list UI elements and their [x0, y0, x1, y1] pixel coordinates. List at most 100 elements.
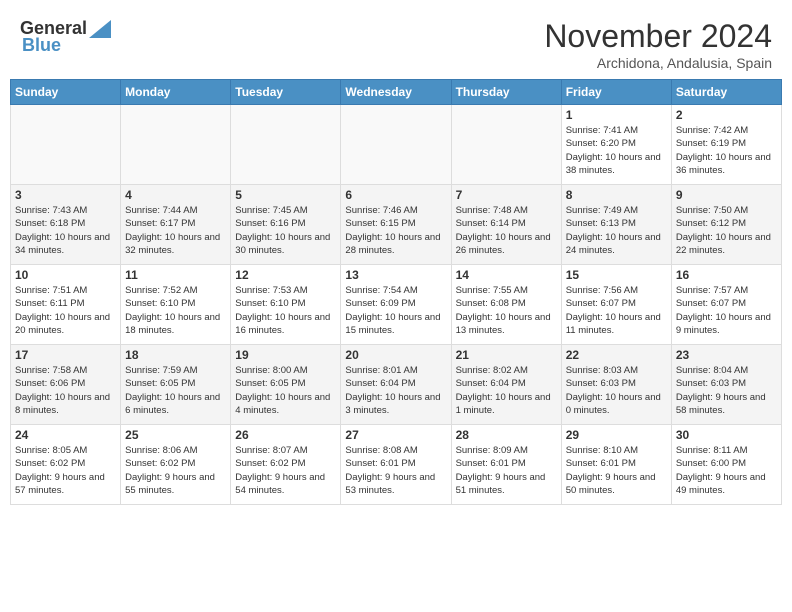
calendar-day: 30Sunrise: 8:11 AM Sunset: 6:00 PM Dayli… — [671, 425, 781, 505]
logo: General Blue — [20, 18, 111, 56]
day-info: Sunrise: 8:04 AM Sunset: 6:03 PM Dayligh… — [676, 364, 777, 417]
day-number: 23 — [676, 348, 777, 362]
day-info: Sunrise: 7:57 AM Sunset: 6:07 PM Dayligh… — [676, 284, 777, 337]
calendar-day: 16 Sunrise: 7:57 AM Sunset: 6:07 PM Dayli… — [671, 265, 781, 345]
calendar-day: 22Sunrise: 8:03 AM Sunset: 6:03 PM Dayli… — [561, 345, 671, 425]
day-number: 8 — [566, 188, 667, 202]
day-info: Sunrise: 8:00 AM Sunset: 6:05 PM Dayligh… — [235, 364, 336, 417]
weekday-header-sunday: Sunday — [11, 80, 121, 105]
day-number: 3 — [15, 188, 116, 202]
calendar-week-row: 3 Sunrise: 7:43 AM Sunset: 6:18 PM Daylig… — [11, 185, 782, 265]
calendar-day: 29 Sunrise: 8:10 AM Sunset: 6:01 PM Dayli… — [561, 425, 671, 505]
weekday-header-friday: Friday — [561, 80, 671, 105]
day-number: 27 — [345, 428, 446, 442]
day-number: 25 — [125, 428, 226, 442]
calendar-day: 7 Sunrise: 7:48 AM Sunset: 6:14 PM Daylig… — [451, 185, 561, 265]
day-number: 12 — [235, 268, 336, 282]
calendar-day: 18Sunrise: 7:59 AM Sunset: 6:05 PM Dayli… — [121, 345, 231, 425]
day-info: Sunrise: 8:10 AM Sunset: 6:01 PM Dayligh… — [566, 444, 667, 497]
location: Archidona, Andalusia, Spain — [544, 55, 772, 71]
day-info: Sunrise: 8:01 AM Sunset: 6:04 PM Dayligh… — [345, 364, 446, 417]
calendar-day: 4 Sunrise: 7:44 AM Sunset: 6:17 PM Daylig… — [121, 185, 231, 265]
calendar-table: SundayMondayTuesdayWednesdayThursdayFrid… — [10, 79, 782, 505]
day-number: 18 — [125, 348, 226, 362]
day-number: 10 — [15, 268, 116, 282]
calendar-day: 14 Sunrise: 7:55 AM Sunset: 6:08 PM Dayli… — [451, 265, 561, 345]
day-number: 21 — [456, 348, 557, 362]
day-info: Sunrise: 8:06 AM Sunset: 6:02 PM Dayligh… — [125, 444, 226, 497]
day-info: Sunrise: 8:05 AM Sunset: 6:02 PM Dayligh… — [15, 444, 116, 497]
day-number: 24 — [15, 428, 116, 442]
weekday-header-wednesday: Wednesday — [341, 80, 451, 105]
calendar-day — [231, 105, 341, 185]
calendar-day: 20Sunrise: 8:01 AM Sunset: 6:04 PM Dayli… — [341, 345, 451, 425]
calendar-day: 19 Sunrise: 8:00 AM Sunset: 6:05 PM Dayli… — [231, 345, 341, 425]
calendar-day: 12 Sunrise: 7:53 AM Sunset: 6:10 PM Dayli… — [231, 265, 341, 345]
day-number: 13 — [345, 268, 446, 282]
day-number: 1 — [566, 108, 667, 122]
day-info: Sunrise: 7:58 AM Sunset: 6:06 PM Dayligh… — [15, 364, 116, 417]
logo-blue: Blue — [22, 35, 61, 56]
calendar-day: 25 Sunrise: 8:06 AM Sunset: 6:02 PM Dayli… — [121, 425, 231, 505]
month-title: November 2024 — [544, 18, 772, 55]
day-number: 7 — [456, 188, 557, 202]
page-header: General Blue November 2024 Archidona, An… — [10, 10, 782, 75]
day-info: Sunrise: 8:07 AM Sunset: 6:02 PM Dayligh… — [235, 444, 336, 497]
calendar-day: 10 Sunrise: 7:51 AM Sunset: 6:11 PM Dayli… — [11, 265, 121, 345]
calendar-day: 17 Sunrise: 7:58 AM Sunset: 6:06 PM Dayli… — [11, 345, 121, 425]
calendar-day: 15Sunrise: 7:56 AM Sunset: 6:07 PM Dayli… — [561, 265, 671, 345]
day-info: Sunrise: 7:45 AM Sunset: 6:16 PM Dayligh… — [235, 204, 336, 257]
day-info: Sunrise: 8:02 AM Sunset: 6:04 PM Dayligh… — [456, 364, 557, 417]
day-info: Sunrise: 7:51 AM Sunset: 6:11 PM Dayligh… — [15, 284, 116, 337]
calendar-day: 23 Sunrise: 8:04 AM Sunset: 6:03 PM Dayli… — [671, 345, 781, 425]
calendar-day: 2 Sunrise: 7:42 AM Sunset: 6:19 PM Daylig… — [671, 105, 781, 185]
logo-icon — [89, 20, 111, 38]
day-info: Sunrise: 7:44 AM Sunset: 6:17 PM Dayligh… — [125, 204, 226, 257]
calendar-week-row: 1Sunrise: 7:41 AM Sunset: 6:20 PM Daylig… — [11, 105, 782, 185]
day-info: Sunrise: 7:54 AM Sunset: 6:09 PM Dayligh… — [345, 284, 446, 337]
calendar-header-row: SundayMondayTuesdayWednesdayThursdayFrid… — [11, 80, 782, 105]
weekday-header-saturday: Saturday — [671, 80, 781, 105]
day-number: 28 — [456, 428, 557, 442]
calendar-week-row: 17 Sunrise: 7:58 AM Sunset: 6:06 PM Dayli… — [11, 345, 782, 425]
day-info: Sunrise: 7:55 AM Sunset: 6:08 PM Dayligh… — [456, 284, 557, 337]
day-number: 17 — [15, 348, 116, 362]
calendar-day: 13 Sunrise: 7:54 AM Sunset: 6:09 PM Dayli… — [341, 265, 451, 345]
calendar-day: 21 Sunrise: 8:02 AM Sunset: 6:04 PM Dayli… — [451, 345, 561, 425]
title-section: November 2024 Archidona, Andalusia, Spai… — [544, 18, 772, 71]
day-info: Sunrise: 7:53 AM Sunset: 6:10 PM Dayligh… — [235, 284, 336, 337]
day-info: Sunrise: 7:43 AM Sunset: 6:18 PM Dayligh… — [15, 204, 116, 257]
calendar-week-row: 10 Sunrise: 7:51 AM Sunset: 6:11 PM Dayli… — [11, 265, 782, 345]
day-info: Sunrise: 7:48 AM Sunset: 6:14 PM Dayligh… — [456, 204, 557, 257]
calendar-day: 1Sunrise: 7:41 AM Sunset: 6:20 PM Daylig… — [561, 105, 671, 185]
day-number: 15 — [566, 268, 667, 282]
day-info: Sunrise: 8:11 AM Sunset: 6:00 PM Dayligh… — [676, 444, 777, 497]
day-number: 19 — [235, 348, 336, 362]
calendar-day: 3 Sunrise: 7:43 AM Sunset: 6:18 PM Daylig… — [11, 185, 121, 265]
weekday-header-monday: Monday — [121, 80, 231, 105]
calendar-day — [341, 105, 451, 185]
day-number: 29 — [566, 428, 667, 442]
day-info: Sunrise: 8:09 AM Sunset: 6:01 PM Dayligh… — [456, 444, 557, 497]
calendar-day — [11, 105, 121, 185]
day-number: 11 — [125, 268, 226, 282]
day-number: 2 — [676, 108, 777, 122]
weekday-header-thursday: Thursday — [451, 80, 561, 105]
day-info: Sunrise: 7:42 AM Sunset: 6:19 PM Dayligh… — [676, 124, 777, 177]
day-number: 26 — [235, 428, 336, 442]
day-info: Sunrise: 7:50 AM Sunset: 6:12 PM Dayligh… — [676, 204, 777, 257]
day-number: 4 — [125, 188, 226, 202]
calendar-day: 11Sunrise: 7:52 AM Sunset: 6:10 PM Dayli… — [121, 265, 231, 345]
calendar-day: 24 Sunrise: 8:05 AM Sunset: 6:02 PM Dayli… — [11, 425, 121, 505]
day-number: 14 — [456, 268, 557, 282]
day-number: 5 — [235, 188, 336, 202]
calendar-day: 27 Sunrise: 8:08 AM Sunset: 6:01 PM Dayli… — [341, 425, 451, 505]
day-number: 16 — [676, 268, 777, 282]
calendar-week-row: 24 Sunrise: 8:05 AM Sunset: 6:02 PM Dayli… — [11, 425, 782, 505]
day-info: Sunrise: 8:08 AM Sunset: 6:01 PM Dayligh… — [345, 444, 446, 497]
calendar-day: 26 Sunrise: 8:07 AM Sunset: 6:02 PM Dayli… — [231, 425, 341, 505]
day-info: Sunrise: 7:49 AM Sunset: 6:13 PM Dayligh… — [566, 204, 667, 257]
calendar-day: 5 Sunrise: 7:45 AM Sunset: 6:16 PM Daylig… — [231, 185, 341, 265]
day-info: Sunrise: 7:46 AM Sunset: 6:15 PM Dayligh… — [345, 204, 446, 257]
calendar-day — [121, 105, 231, 185]
